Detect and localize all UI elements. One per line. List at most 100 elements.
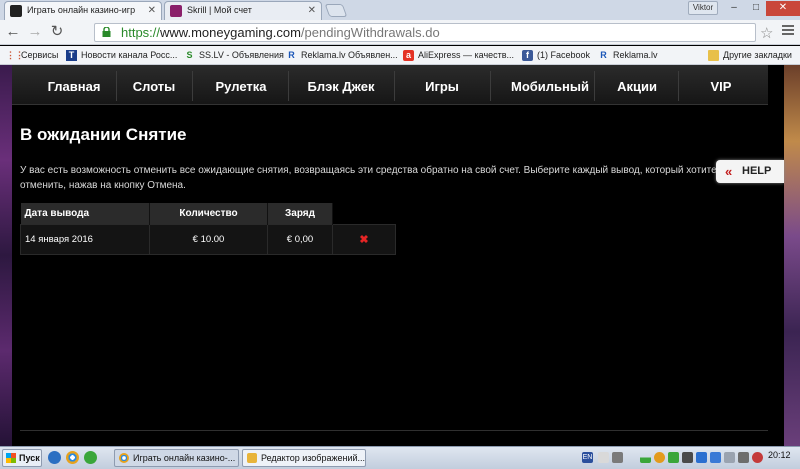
windows-taskbar: Пуск Играть онлайн казино-... Редактор и…: [0, 446, 800, 469]
tab-casino[interactable]: Играть онлайн казино-игр ✕: [4, 1, 162, 20]
start-button[interactable]: Пуск: [2, 449, 42, 467]
chrome-icon[interactable]: [66, 451, 79, 464]
content-panel: Главная Слоты Рулетка Блэк Джек Игры Моб…: [12, 65, 784, 446]
withdrawal-fee: € 0,00: [267, 223, 333, 255]
bookmark-label: AliExpress — качеств...: [418, 50, 515, 60]
tray-icon[interactable]: [682, 452, 693, 463]
bookmark-star-icon[interactable]: ☆: [760, 24, 773, 42]
bookmark-sslv[interactable]: S SS.LV - Объявления: [184, 49, 283, 62]
tray-icon[interactable]: [612, 452, 623, 463]
minimize-button[interactable]: –: [722, 1, 746, 16]
nav-divider: [192, 71, 193, 101]
browser-toolbar: ← → ↻ https://www.moneygaming.com/pendin…: [0, 20, 800, 45]
forward-button[interactable]: →: [26, 24, 44, 40]
nav-home[interactable]: Главная: [38, 78, 110, 96]
ie-icon[interactable]: [48, 451, 61, 464]
moneygaming-favicon-icon: [10, 5, 22, 17]
cancel-withdrawal-icon[interactable]: ✖: [359, 234, 368, 246]
signal-icon[interactable]: [640, 452, 651, 463]
nav-slots[interactable]: Слоты: [122, 78, 186, 96]
table-header-row: Дата вывода Количество Заряд: [20, 203, 396, 224]
nav-mobile[interactable]: Мобильный: [502, 78, 598, 96]
address-bar[interactable]: https://www.moneygaming.com/pendingWithd…: [94, 23, 756, 42]
lock-icon: [102, 27, 111, 37]
help-button[interactable]: « HELP: [716, 160, 784, 183]
column-header-date: Дата вывода: [20, 203, 150, 224]
column-header-cancel: [333, 203, 396, 224]
double-chevron-left-icon: «: [725, 164, 733, 179]
nav-divider: [594, 71, 595, 101]
tab-label: Skrill | Мой счет: [187, 5, 252, 15]
cancel-cell: ✖: [332, 223, 396, 255]
tray-icon[interactable]: [598, 452, 609, 463]
bookmark-label: Новости канала Росс...: [81, 50, 178, 60]
tray-icon[interactable]: [710, 452, 721, 463]
url-path: /pendingWithdrawals.do: [300, 25, 440, 40]
taskbar-item-label: Редактор изображений...: [261, 453, 366, 463]
taskbar-item-label: Играть онлайн казино-...: [133, 453, 236, 463]
page-viewport: Главная Слоты Рулетка Блэк Джек Игры Моб…: [0, 65, 800, 446]
withdrawal-amount: € 10.00: [149, 223, 268, 255]
nav-roulette[interactable]: Рулетка: [202, 78, 280, 96]
skrill-favicon-icon: [170, 5, 182, 17]
system-tray: EN: [578, 449, 798, 467]
chrome-icon: [119, 453, 129, 463]
background-art-left: [0, 65, 12, 446]
bookmark-label: (1) Facebook: [537, 50, 591, 60]
tray-icon[interactable]: [654, 452, 665, 463]
url-scheme: https://: [121, 25, 161, 40]
bluetooth-icon[interactable]: [696, 452, 707, 463]
antivirus-icon[interactable]: [752, 452, 763, 463]
column-header-fee: Заряд: [267, 203, 333, 224]
profile-button[interactable]: Viktor: [688, 1, 718, 15]
tray-icon[interactable]: [668, 452, 679, 463]
nav-divider: [116, 71, 117, 101]
bookmark-facebook[interactable]: f (1) Facebook: [522, 49, 590, 62]
nav-blackjack[interactable]: Блэк Джек: [304, 78, 378, 96]
content-divider: [20, 430, 768, 431]
nav-divider: [678, 71, 679, 101]
bookmark-label: Сервисы: [21, 50, 59, 60]
tv-icon: T: [66, 50, 77, 61]
bookmark-services[interactable]: ⋮⋮ Сервисы: [6, 49, 58, 62]
r-icon: R: [288, 50, 295, 60]
back-button[interactable]: ←: [4, 24, 22, 40]
nav-games[interactable]: Игры: [402, 78, 482, 96]
bookmark-reklama[interactable]: R Reklama.lv Объявлен...: [286, 49, 397, 62]
help-label: HELP: [742, 165, 772, 177]
network-icon[interactable]: [724, 452, 735, 463]
quicklaunch-icon[interactable]: [84, 451, 97, 464]
apps-icon: ⋮⋮: [6, 50, 24, 60]
nav-vip[interactable]: VIP: [690, 78, 752, 96]
aliexpress-icon: a: [403, 50, 414, 61]
tab-close-icon[interactable]: ✕: [308, 2, 316, 19]
bookmark-reklama-2[interactable]: R Reklama.lv: [598, 49, 657, 62]
bookmark-news[interactable]: T Новости канала Росс...: [66, 49, 177, 62]
chrome-menu-icon[interactable]: [782, 25, 794, 37]
windows-logo-icon: [6, 453, 16, 463]
table-row: 14 января 2016 € 10.00 € 0,00 ✖: [20, 223, 396, 255]
new-tab-button[interactable]: [324, 4, 348, 17]
volume-icon[interactable]: [738, 452, 749, 463]
bookmark-other[interactable]: Другие закладки: [708, 49, 792, 62]
background-art-right: [784, 65, 800, 446]
close-window-button[interactable]: ✕: [766, 1, 800, 16]
r-icon: R: [600, 50, 607, 60]
nav-divider: [490, 71, 491, 101]
taskbar-item-browser[interactable]: Играть онлайн казино-...: [114, 449, 239, 467]
folder-icon: [708, 50, 719, 61]
language-indicator[interactable]: EN: [582, 452, 593, 463]
url-host: www.moneygaming.com: [160, 25, 301, 40]
ss-icon: S: [186, 50, 193, 60]
tab-label: Играть онлайн казино-игр: [27, 5, 136, 15]
tab-close-icon[interactable]: ✕: [148, 2, 156, 19]
bookmark-aliexpress[interactable]: a AliExpress — качеств...: [403, 49, 514, 62]
reload-button[interactable]: ↻: [48, 24, 66, 40]
maximize-button[interactable]: □: [744, 1, 768, 16]
page-description: У вас есть возможность отменить все ожид…: [20, 165, 717, 191]
pending-withdrawals-table: Дата вывода Количество Заряд 14 января 2…: [20, 203, 396, 255]
taskbar-item-image-editor[interactable]: Редактор изображений...: [242, 449, 366, 467]
nav-promotions[interactable]: Акции: [602, 78, 672, 96]
page-title: В ожидании Снятие: [20, 125, 187, 144]
tab-skrill[interactable]: Skrill | Мой счет ✕: [164, 1, 322, 20]
